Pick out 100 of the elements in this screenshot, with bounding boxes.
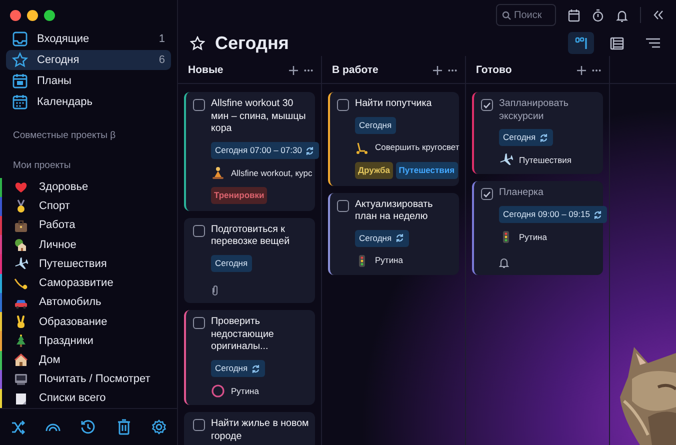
bell-icon bbox=[499, 256, 509, 268]
house-icon bbox=[14, 238, 28, 252]
settings-icon[interactable] bbox=[151, 419, 168, 436]
trash-icon[interactable] bbox=[116, 419, 132, 436]
nav-label: Планы bbox=[37, 74, 72, 89]
task-card[interactable]: Актуализировать план на неделю Сегодня Рутина bbox=[328, 192, 459, 275]
tree-icon bbox=[14, 334, 28, 348]
task-checkbox[interactable] bbox=[337, 99, 349, 111]
project-label: Списки всего bbox=[39, 391, 106, 406]
calendar-icon bbox=[12, 73, 28, 89]
task-card[interactable]: Найти попутчика Сегодня Совершить кругосвет Дружба Путешествия bbox=[328, 92, 459, 186]
date-badge: Сегодня 07:00 – 07:30 bbox=[211, 142, 319, 159]
nav-label: Сегодня bbox=[37, 52, 80, 68]
window-control-button[interactable] bbox=[44, 10, 55, 21]
nav-item[interactable]: Входящие 1 bbox=[6, 29, 171, 49]
add-icon[interactable] bbox=[289, 66, 298, 75]
date-badge: Сегодня bbox=[211, 360, 265, 377]
page-title: Сегодня bbox=[215, 32, 289, 55]
inbox-icon bbox=[12, 31, 28, 47]
filter-icon bbox=[645, 36, 661, 50]
task-checkbox[interactable] bbox=[193, 224, 205, 237]
house-icon bbox=[14, 353, 28, 368]
task-card[interactable]: Найти жилье в новом городе bbox=[184, 412, 315, 445]
project-label: Праздники bbox=[39, 334, 94, 349]
date-badge: Сегодня bbox=[211, 255, 252, 272]
window-control-button[interactable] bbox=[10, 10, 21, 21]
repeat-icon bbox=[304, 146, 315, 156]
star-icon bbox=[12, 52, 28, 68]
briefcase-icon bbox=[14, 218, 28, 233]
project-label: Образование bbox=[39, 314, 108, 330]
repeat-icon bbox=[394, 233, 405, 244]
task-card[interactable]: Запланировать экскурсии Сегодня Путешествия bbox=[472, 92, 603, 174]
history-icon[interactable] bbox=[80, 419, 96, 436]
project-label: Рутина bbox=[375, 254, 403, 268]
nav-item[interactable]: Календарь bbox=[6, 92, 171, 112]
column-title: Новые bbox=[188, 62, 224, 78]
project-label: Спорт bbox=[39, 199, 70, 214]
task-title: Найти жилье в новом городе bbox=[211, 418, 310, 444]
task-card[interactable]: Подготовиться к перевозке вещей Сегодня bbox=[184, 218, 315, 303]
tag[interactable]: Тренировки bbox=[211, 186, 268, 204]
tag[interactable]: Путешествия bbox=[396, 162, 458, 178]
section-heading: Совместные проекты β bbox=[12, 129, 117, 143]
bell-icon[interactable] bbox=[616, 8, 628, 22]
project-label: Allsfine workout, курс bbox=[231, 166, 312, 180]
task-title: Планерка bbox=[499, 187, 544, 200]
project-label: Саморазвитие bbox=[39, 276, 114, 292]
timer-icon[interactable] bbox=[592, 8, 604, 22]
task-checkbox[interactable] bbox=[481, 188, 493, 200]
task-card[interactable]: Проверить недостающие оригиналы... Сегодня Рутина bbox=[184, 310, 315, 405]
task-checkbox[interactable] bbox=[193, 99, 205, 111]
airplane-icon bbox=[499, 153, 513, 168]
task-title: Allsfine workout 30 мин – спина, мышцы кора bbox=[211, 98, 307, 136]
task-title: Актуализировать план на неделю bbox=[355, 198, 434, 224]
task-title: Найти попутчика bbox=[355, 98, 432, 111]
shuffle-icon[interactable] bbox=[10, 419, 26, 436]
add-icon[interactable] bbox=[433, 66, 442, 75]
tag[interactable]: Дружба bbox=[355, 162, 393, 178]
add-icon[interactable] bbox=[577, 66, 586, 75]
board-view-icon bbox=[573, 36, 589, 50]
task-checkbox[interactable] bbox=[481, 99, 493, 111]
date-badge: Сегодня bbox=[355, 230, 409, 247]
ring-icon bbox=[211, 384, 225, 398]
project-label: Совершить кругосвет bbox=[375, 141, 460, 154]
date-badge: Сегодня bbox=[355, 117, 396, 134]
date-badge: Сегодня 09:00 – 09:15 bbox=[499, 206, 607, 223]
project-label: Путешествия bbox=[519, 154, 572, 167]
item-count: 6 bbox=[158, 52, 165, 68]
task-title: Подготовиться к перевозке вещей bbox=[211, 224, 291, 250]
project-label: Работа bbox=[39, 218, 76, 234]
project-label: Почитать / Посмотрет bbox=[39, 372, 150, 388]
nav-label: Календарь bbox=[37, 94, 93, 110]
notepad-icon bbox=[14, 392, 28, 406]
view-toggle-button[interactable] bbox=[568, 32, 594, 54]
search-icon bbox=[502, 11, 511, 20]
item-count: 1 bbox=[158, 32, 165, 47]
heart-icon bbox=[14, 180, 28, 194]
scooter-icon bbox=[355, 140, 369, 155]
project-label: Автомобиль bbox=[39, 295, 102, 310]
task-checkbox[interactable] bbox=[337, 200, 349, 212]
project-label: Здоровье bbox=[39, 180, 88, 195]
project-label: Рутина bbox=[519, 230, 547, 244]
column-title: В работе bbox=[332, 62, 378, 78]
date-badge: Сегодня bbox=[499, 129, 553, 146]
project-label: Дом bbox=[39, 352, 60, 368]
list-view-icon bbox=[609, 36, 625, 50]
nav-item[interactable]: Планы bbox=[6, 71, 171, 91]
calendar-icon[interactable] bbox=[568, 8, 580, 22]
project-label: Путешествия bbox=[39, 256, 107, 272]
collapse-icon[interactable] bbox=[653, 10, 664, 20]
task-checkbox[interactable] bbox=[193, 418, 205, 431]
nav-label: Входящие bbox=[37, 32, 90, 47]
paperclip-icon bbox=[211, 284, 219, 296]
project-label: Личное bbox=[39, 238, 76, 253]
window-control-button[interactable] bbox=[27, 10, 38, 21]
calendar-icon bbox=[12, 94, 28, 110]
nav-item[interactable]: Сегодня 6 bbox=[6, 50, 171, 70]
task-checkbox[interactable] bbox=[193, 316, 205, 329]
repeat-icon bbox=[250, 364, 261, 374]
monitor-icon bbox=[14, 372, 28, 386]
search-field[interactable]: Поиск bbox=[496, 4, 556, 26]
